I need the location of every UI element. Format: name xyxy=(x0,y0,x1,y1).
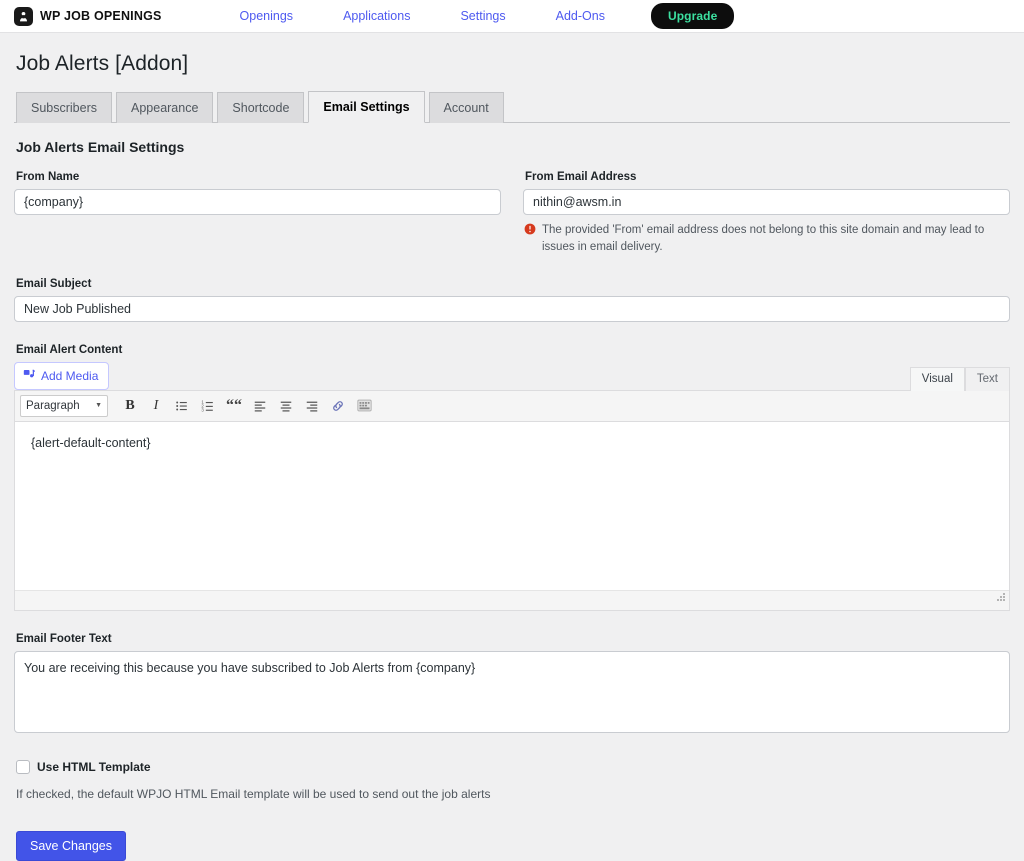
from-name-label: From Name xyxy=(16,171,80,184)
editor-header: Add Media Visual Text xyxy=(14,361,1010,391)
align-right-button[interactable] xyxy=(300,395,324,417)
editor-resize-handle[interactable] xyxy=(996,589,1006,607)
insert-link-button[interactable] xyxy=(326,395,350,417)
use-html-template-help: If checked, the default WPJO HTML Email … xyxy=(16,786,491,801)
numbered-list-button[interactable]: 1 2 3 xyxy=(196,395,220,417)
format-select[interactable]: Paragraph ▼ xyxy=(20,394,108,417)
tab-email-settings[interactable]: Email Settings xyxy=(308,91,425,124)
top-navigation-bar: WP JOB OPENINGS Openings Applications Se… xyxy=(0,0,1024,33)
editor-content-area[interactable]: {alert-default-content} xyxy=(15,421,1009,590)
primary-nav: Openings Applications Settings Add-Ons U… xyxy=(215,3,735,29)
from-email-warning: The provided 'From' email address does n… xyxy=(524,222,1002,255)
brand-name: WP JOB OPENINGS xyxy=(40,9,162,23)
tab-account[interactable]: Account xyxy=(428,92,504,124)
editor-toolbar: Paragraph ▼ B I 1 2 3 ““ xyxy=(15,390,1009,422)
warning-circle-icon xyxy=(524,223,536,255)
tab-appearance[interactable]: Appearance xyxy=(116,92,214,124)
from-email-group: From Email Address The provided 'From' e… xyxy=(523,171,1010,255)
settings-tabs: Subscribers Appearance Shortcode Email S… xyxy=(14,90,1010,124)
nav-item-addons[interactable]: Add-Ons xyxy=(531,9,630,23)
email-subject-group: Email Subject xyxy=(14,278,1010,322)
add-media-button[interactable]: Add Media xyxy=(14,361,110,390)
add-media-label: Add Media xyxy=(41,368,99,383)
email-subject-input[interactable] xyxy=(14,295,1010,322)
editor-status-bar xyxy=(15,589,1009,610)
bold-button[interactable]: B xyxy=(118,395,142,417)
brand[interactable]: WP JOB OPENINGS xyxy=(14,6,162,26)
align-left-button[interactable] xyxy=(248,395,272,417)
page-title: Job Alerts [Addon] xyxy=(16,52,189,75)
page-container: Job Alerts [Addon] Subscribers Appearanc… xyxy=(0,52,1024,861)
from-fields-row: From Name From Email Address The provide… xyxy=(14,171,1010,255)
blockquote-button[interactable]: ““ xyxy=(222,395,246,417)
save-changes-button[interactable]: Save Changes xyxy=(16,830,127,861)
from-email-input[interactable] xyxy=(523,189,1010,216)
chevron-down-icon: ▼ xyxy=(95,402,102,410)
rich-text-editor: Paragraph ▼ B I 1 2 3 ““ {alert-default-… xyxy=(14,389,1010,611)
email-footer-label: Email Footer Text xyxy=(16,632,112,645)
upgrade-button[interactable]: Upgrade xyxy=(650,3,735,29)
email-footer-textarea[interactable] xyxy=(14,650,1010,733)
use-html-template-checkbox[interactable] xyxy=(16,759,30,774)
toolbar-toggle-button[interactable] xyxy=(352,395,376,417)
italic-button[interactable]: I xyxy=(144,395,168,417)
svg-text:3: 3 xyxy=(201,407,204,412)
email-alert-content-label: Email Alert Content xyxy=(16,343,123,356)
nav-item-settings[interactable]: Settings xyxy=(435,9,530,23)
nav-item-openings[interactable]: Openings xyxy=(215,9,319,23)
format-select-value: Paragraph xyxy=(26,399,80,412)
use-html-template-row: Use HTML Template xyxy=(16,759,1010,774)
tab-shortcode[interactable]: Shortcode xyxy=(217,92,305,124)
align-center-button[interactable] xyxy=(274,395,298,417)
section-title: Job Alerts Email Settings xyxy=(16,139,185,156)
nav-item-applications[interactable]: Applications xyxy=(318,9,435,23)
editor-mode-tabs: Visual Text xyxy=(909,366,1010,391)
use-html-template-label[interactable]: Use HTML Template xyxy=(37,760,151,774)
from-email-label: From Email Address xyxy=(525,171,637,184)
email-alert-content-group: Email Alert Content Add Media Visual Tex… xyxy=(14,344,1010,611)
tab-text[interactable]: Text xyxy=(964,366,1010,391)
from-name-group: From Name xyxy=(14,171,501,255)
email-subject-label: Email Subject xyxy=(16,277,92,290)
email-footer-group: Email Footer Text xyxy=(14,633,1010,738)
briefcase-person-logo-icon xyxy=(14,6,33,26)
from-name-input[interactable] xyxy=(14,189,501,216)
editor-content-text: {alert-default-content} xyxy=(31,435,151,450)
media-icon xyxy=(23,368,36,384)
tab-subscribers[interactable]: Subscribers xyxy=(16,92,112,124)
bulleted-list-button[interactable] xyxy=(170,395,194,417)
tab-visual[interactable]: Visual xyxy=(909,366,965,391)
from-email-warning-text: The provided 'From' email address does n… xyxy=(542,224,985,253)
